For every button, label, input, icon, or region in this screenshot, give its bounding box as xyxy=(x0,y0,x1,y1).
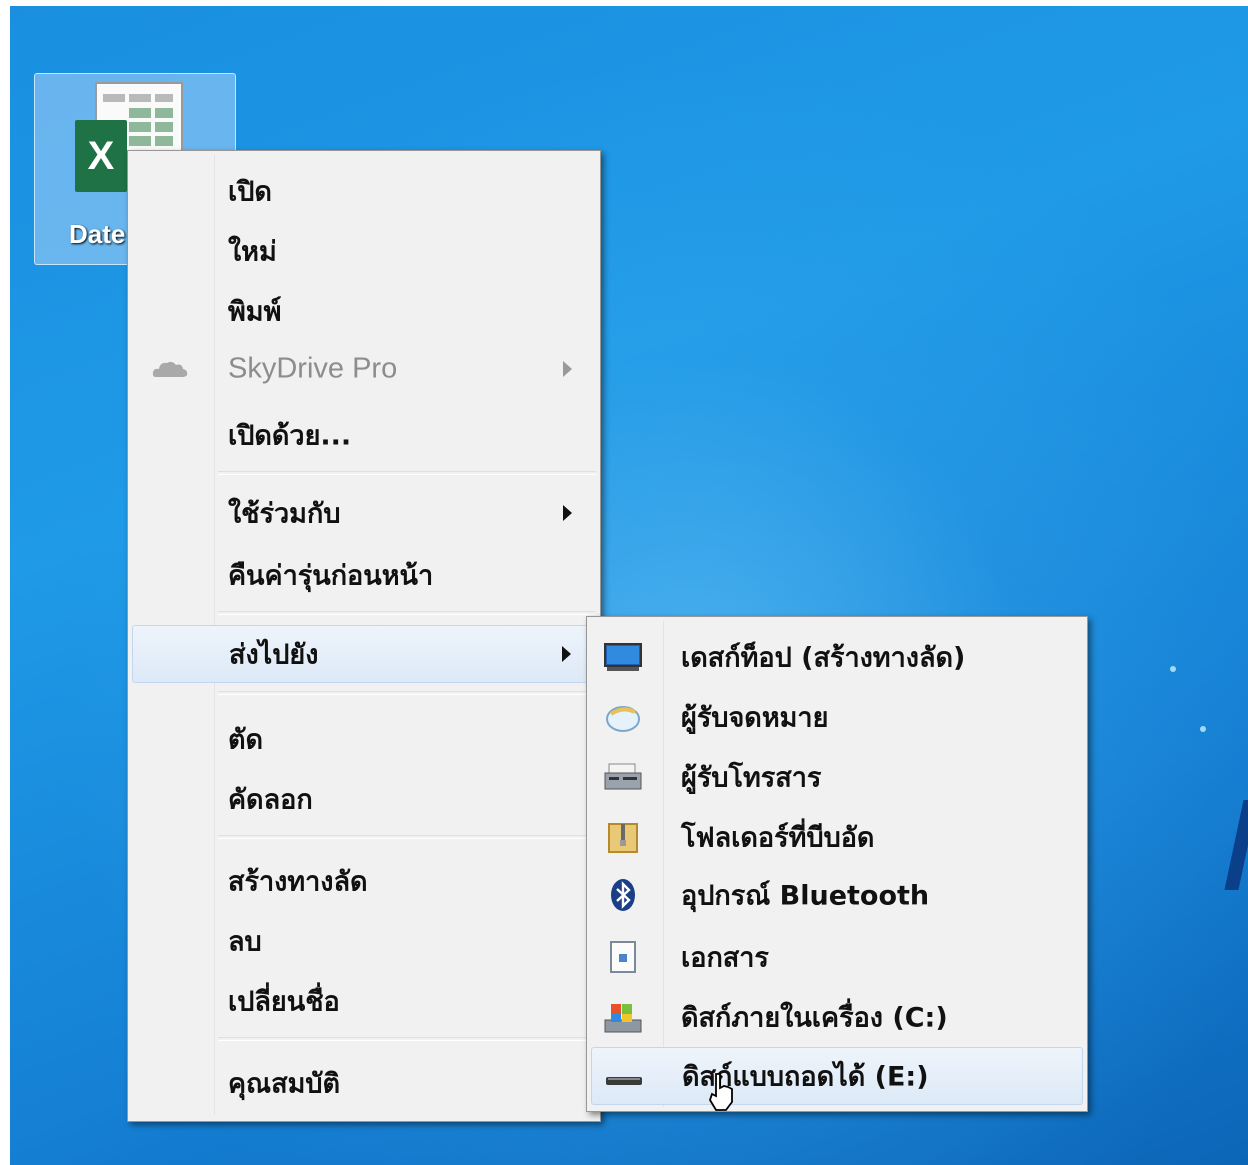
menu-item-print[interactable]: พิมพ์ xyxy=(132,283,596,339)
removable-disk-icon xyxy=(606,1077,642,1085)
local-disk-icon xyxy=(604,1004,642,1033)
send-to-local-disk-c[interactable]: ดิสก์ภายในเครื่อง (C:) xyxy=(591,989,1083,1045)
cloud-icon xyxy=(152,361,188,377)
menu-item-label: คัดลอก xyxy=(228,784,313,816)
submenu-arrow-icon xyxy=(563,361,572,377)
menu-item-open-with[interactable]: เปิดด้วย... xyxy=(132,407,596,463)
menu-separator xyxy=(218,471,596,475)
submenu-item-label: เดสก์ท็อป (สร้างทางลัด) xyxy=(681,642,966,674)
context-menu: เปิด ใหม่ พิมพ์ SkyDrive Pro เปิดด้วย...… xyxy=(127,150,601,1122)
menu-item-label: ใหม่ xyxy=(228,236,277,268)
menu-item-open[interactable]: เปิด xyxy=(132,163,596,219)
fax-icon xyxy=(604,763,642,790)
menu-item-label: ตัด xyxy=(228,724,264,756)
menu-separator xyxy=(218,691,596,695)
submenu-item-label: เอกสาร xyxy=(681,942,769,974)
submenu-arrow-icon xyxy=(563,505,572,521)
menu-separator xyxy=(218,1037,596,1041)
frame-top xyxy=(0,0,1248,6)
submenu-item-label: ผู้รับจดหมาย xyxy=(681,702,829,734)
documents-icon xyxy=(610,941,636,973)
menu-item-send-to[interactable]: ส่งไปยัง xyxy=(132,625,596,683)
frame-left xyxy=(0,0,10,1165)
send-to-desktop[interactable]: เดสก์ท็อป (สร้างทางลัด) xyxy=(591,629,1083,685)
send-to-removable-disk-e[interactable]: ดิสก์แบบถอดได้ (E:) xyxy=(591,1047,1083,1105)
desktop-icon-label: Date xyxy=(69,219,126,249)
send-to-compressed-folder[interactable]: โฟลเดอร์ที่บีบอัด xyxy=(591,809,1083,865)
menu-item-label: เปิดด้วย... xyxy=(228,420,352,452)
send-to-documents[interactable]: เอกสาร xyxy=(591,929,1083,985)
send-to-fax-recipient[interactable]: ผู้รับโทรสาร xyxy=(591,749,1083,805)
menu-item-rename[interactable]: เปลี่ยนชื่อ xyxy=(132,973,596,1029)
menu-item-label: เปลี่ยนชื่อ xyxy=(228,986,340,1018)
menu-item-delete[interactable]: ลบ xyxy=(132,913,596,969)
menu-item-copy[interactable]: คัดลอก xyxy=(132,771,596,827)
mail-recipient-icon xyxy=(606,706,640,732)
hand-cursor-icon xyxy=(709,1073,733,1111)
menu-item-label: ใช้ร่วมกับ xyxy=(228,498,341,530)
menu-item-label: พิมพ์ xyxy=(228,296,282,328)
menu-item-label: คุณสมบัติ xyxy=(228,1068,341,1100)
send-to-mail-recipient[interactable]: ผู้รับจดหมาย xyxy=(591,689,1083,745)
send-to-submenu: เดสก์ท็อป (สร้างทางลัด) ผู้รับจดหมาย ผู้… xyxy=(586,616,1088,1112)
menu-item-create-shortcut[interactable]: สร้างทางลัด xyxy=(132,853,596,909)
menu-item-label: คืนค่ารุ่นก่อนหน้า xyxy=(228,560,434,592)
menu-item-cut[interactable]: ตัด xyxy=(132,711,596,767)
bluetooth-icon xyxy=(611,879,635,911)
menu-item-label: สร้างทางลัด xyxy=(228,866,368,898)
menu-item-skydrive-pro[interactable]: SkyDrive Pro xyxy=(132,341,596,397)
wallpaper-sparkle xyxy=(1200,726,1206,732)
submenu-item-label: ดิสก์ภายในเครื่อง (C:) xyxy=(681,1002,948,1034)
excel-x-icon: X xyxy=(75,120,127,192)
menu-item-new[interactable]: ใหม่ xyxy=(132,223,596,279)
submenu-item-label: อุปกรณ์ Bluetooth xyxy=(681,880,930,912)
menu-item-properties[interactable]: คุณสมบัติ xyxy=(132,1055,596,1111)
submenu-item-label: โฟลเดอร์ที่บีบอัด xyxy=(681,822,875,854)
menu-item-label: ลบ xyxy=(228,926,262,958)
wallpaper-sparkle xyxy=(1170,666,1176,672)
menu-item-label: เปิด xyxy=(228,176,272,208)
menu-item-share-with[interactable]: ใช้ร่วมกับ xyxy=(132,485,596,541)
menu-item-restore-previous[interactable]: คืนค่ารุ่นก่อนหน้า xyxy=(132,547,596,603)
menu-item-label: ส่งไปยัง xyxy=(229,639,319,671)
menu-separator xyxy=(218,835,596,839)
submenu-arrow-icon xyxy=(562,646,571,662)
desktop-icon xyxy=(604,643,642,671)
submenu-item-label: ผู้รับโทรสาร xyxy=(681,762,822,794)
zip-folder-icon xyxy=(608,823,638,853)
send-to-bluetooth-device[interactable]: อุปกรณ์ Bluetooth xyxy=(591,867,1083,923)
menu-separator xyxy=(218,611,596,615)
menu-item-label: SkyDrive Pro xyxy=(228,352,398,385)
